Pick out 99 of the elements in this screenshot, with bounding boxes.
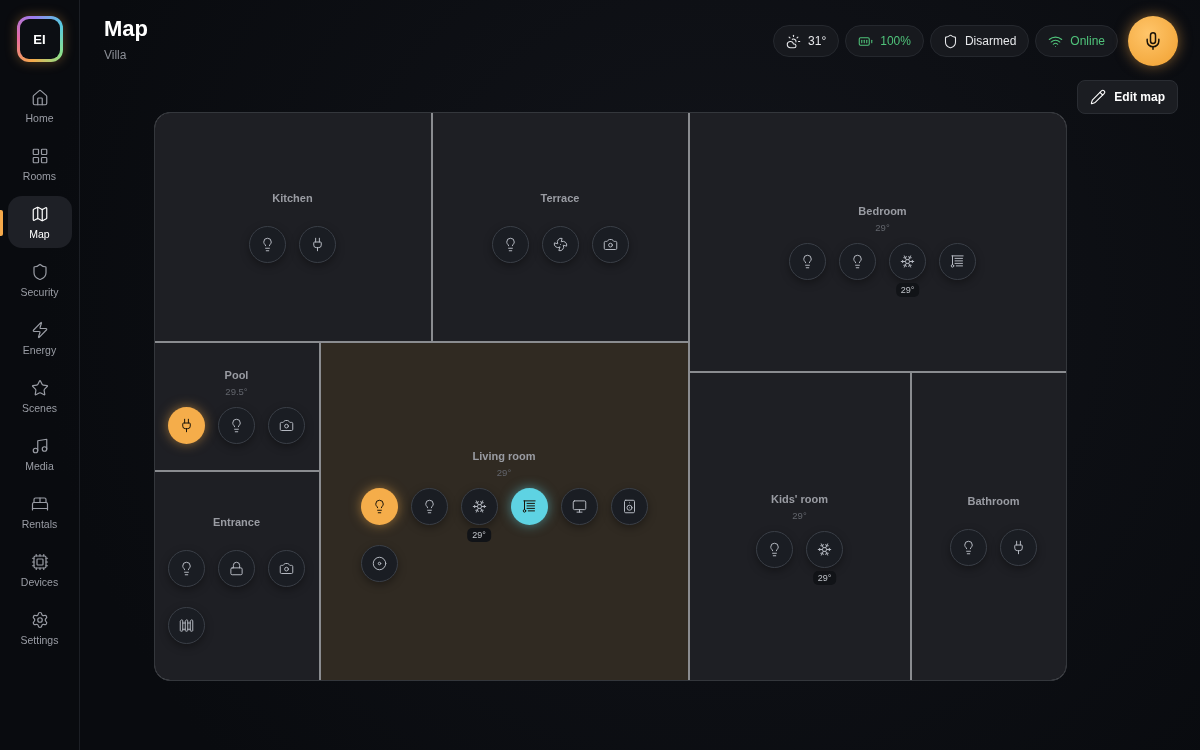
lightning-icon: [30, 320, 49, 339]
room[interactable]: Terrace: [432, 113, 688, 341]
sidebar-item[interactable]: Map: [7, 196, 72, 248]
room-name: Pool: [224, 369, 249, 381]
fence-icon: [179, 618, 194, 633]
device-button[interactable]: [610, 487, 648, 525]
pencil-icon: [1090, 89, 1107, 105]
room-name: Bathroom: [967, 495, 1020, 507]
snowflake-icon: [900, 253, 915, 269]
room[interactable]: Bedroom 29° 29°: [689, 113, 1066, 371]
sidebar-item[interactable]: Devices: [7, 544, 72, 596]
chip-icon: [30, 552, 49, 571]
plug-icon: [1011, 540, 1026, 555]
plug-icon: [310, 236, 325, 252]
device-button[interactable]: [299, 225, 336, 263]
device-button[interactable]: [541, 225, 579, 263]
grid-icon: [30, 146, 49, 165]
status-text: Disarmed: [964, 34, 1017, 48]
device-reading: 29°: [895, 282, 920, 297]
logo: EI: [16, 16, 63, 62]
device-reading: 29°: [467, 527, 491, 542]
sidebar-item[interactable]: Rooms: [7, 138, 72, 190]
device-button[interactable]: [268, 407, 305, 444]
room-temperature: 29°: [792, 510, 807, 521]
lightbulb-icon: [850, 253, 865, 269]
wifi-icon: [1048, 33, 1064, 49]
room-name: Living room: [472, 449, 536, 462]
device-button[interactable]: [168, 407, 205, 444]
status-text: 31°: [808, 34, 827, 48]
device-button[interactable]: [889, 242, 926, 280]
snowflake-icon: [817, 542, 832, 557]
device-button[interactable]: [591, 225, 629, 263]
lightbulb-icon: [229, 418, 244, 433]
cloud-sun-icon: [786, 33, 802, 49]
page-title: Map: [104, 16, 148, 42]
star-icon: [30, 378, 49, 397]
status-text: 100%: [880, 34, 911, 48]
bed-icon: [30, 494, 49, 513]
lightbulb-icon: [767, 542, 782, 557]
home-icon: [30, 88, 49, 107]
room[interactable]: Pool 29.5°: [154, 343, 319, 470]
sidebar-item[interactable]: Settings: [7, 602, 72, 654]
room-name: Kitchen: [272, 191, 313, 204]
plug-icon: [179, 418, 194, 433]
lightbulb-icon: [260, 236, 275, 252]
edit-map-button[interactable]: Edit map: [1077, 80, 1178, 114]
page-subtitle: Villa: [104, 48, 128, 62]
shield-icon: [30, 262, 49, 281]
monitor-icon: [571, 498, 587, 514]
sidebar-item[interactable]: Security: [7, 254, 72, 306]
camera-icon: [279, 561, 294, 576]
camera-icon: [279, 418, 294, 433]
device-button[interactable]: [360, 487, 398, 525]
device-button[interactable]: [939, 242, 976, 280]
room-temperature: 29.5°: [225, 386, 248, 397]
lightbulb-icon: [800, 253, 815, 269]
disc-icon: [371, 555, 387, 571]
room-name: Terrace: [540, 191, 580, 204]
device-button[interactable]: [218, 550, 255, 587]
map-icon: [30, 204, 49, 223]
curtain-icon: [950, 253, 965, 269]
lock-icon: [229, 561, 244, 576]
shield-icon: [942, 33, 958, 49]
device-button[interactable]: [168, 607, 205, 644]
settings-icon: [30, 610, 49, 629]
device-button[interactable]: [510, 487, 548, 525]
lightbulb-icon: [179, 561, 194, 576]
room[interactable]: Living room 29° 29°: [320, 343, 688, 680]
device-reading: 29°: [812, 571, 837, 585]
curtain-icon: [521, 498, 537, 514]
camera-icon: [602, 236, 618, 252]
room[interactable]: Entrance: [154, 472, 319, 680]
microphone-icon: [1143, 31, 1163, 51]
room-temperature: 29°: [875, 221, 890, 233]
sidebar-item[interactable]: Home: [7, 80, 72, 132]
sidebar-item[interactable]: Energy: [7, 312, 72, 364]
microphone-button[interactable]: [1128, 16, 1178, 66]
room[interactable]: Kitchen: [154, 113, 431, 341]
device-button[interactable]: [560, 487, 598, 525]
room[interactable]: Kids' room 29° 29°: [689, 373, 910, 680]
device-button[interactable]: [360, 544, 398, 582]
room-temperature: 29°: [496, 466, 512, 478]
room-name: Bedroom: [858, 204, 907, 217]
room[interactable]: Bathroom: [911, 373, 1066, 680]
device-button[interactable]: [806, 531, 843, 568]
music-icon: [30, 436, 49, 455]
sidebar-item[interactable]: Rentals: [7, 486, 72, 538]
device-button[interactable]: [268, 550, 305, 587]
room-name: Kids' room: [771, 493, 828, 505]
speaker-icon: [621, 498, 637, 514]
sidebar-item[interactable]: Media: [7, 428, 72, 480]
snowflake-icon: [471, 498, 487, 514]
device-button[interactable]: [460, 487, 498, 525]
room-name: Entrance: [212, 516, 261, 528]
status-text: Online: [1070, 34, 1105, 48]
device-button[interactable]: [1000, 529, 1037, 566]
lightbulb-icon: [961, 540, 976, 555]
sidebar-item[interactable]: Scenes: [7, 370, 72, 422]
fan-icon: [552, 236, 568, 252]
